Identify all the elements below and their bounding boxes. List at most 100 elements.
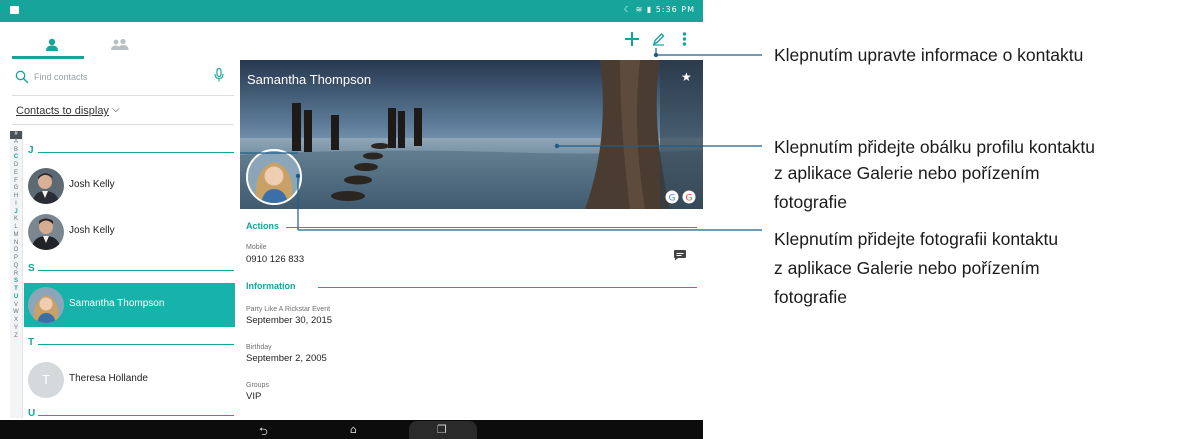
contact-photo[interactable]	[246, 149, 302, 205]
alphabet-letter[interactable]: U	[10, 294, 22, 302]
alphabet-letter[interactable]: B	[10, 147, 22, 155]
contacts-to-display-dropdown[interactable]: Contacts to display	[16, 105, 109, 117]
status-icons: ☾ ≋ ▮ 5:36 PM	[624, 5, 695, 14]
contact-name-heading: Samantha Thompson	[247, 72, 372, 87]
event-date: September 30, 2015	[246, 315, 333, 326]
alphabet-letter[interactable]: N	[10, 240, 22, 248]
section-line	[38, 415, 234, 416]
add-contact-button[interactable]	[625, 32, 639, 50]
alphabet-letter[interactable]: C	[10, 154, 22, 162]
groups-value: VIP	[246, 391, 262, 402]
svg-text:G: G	[686, 194, 693, 204]
alphabet-letter[interactable]: M	[10, 232, 22, 240]
alphabet-letter[interactable]: G	[10, 185, 22, 193]
alphabet-letter[interactable]: Q	[10, 263, 22, 271]
tablet-screen: ☾ ≋ ▮ 5:36 PM Find contacts Contacts to …	[0, 0, 703, 439]
tab-indicator	[12, 56, 84, 59]
callout-cover-line2: z aplikace Galerie nebo pořízením	[774, 163, 1040, 183]
contact-row[interactable]: Josh Kelly	[24, 210, 235, 254]
event-label: Party Like A Rickstar Event	[246, 306, 331, 313]
contact-name: Josh Kelly	[69, 179, 115, 190]
alphabet-letter[interactable]: X	[10, 317, 22, 325]
favorite-star-icon[interactable]: ★	[681, 70, 692, 84]
avatar	[28, 214, 64, 250]
avatar	[28, 168, 64, 204]
divider	[12, 95, 234, 96]
search-icon	[15, 70, 29, 84]
birthday-date: September 2, 2005	[246, 353, 327, 364]
person-icon	[46, 38, 58, 51]
alphabet-letter[interactable]: Y	[10, 325, 22, 333]
recent-apps-icon[interactable]: ❐	[437, 423, 447, 436]
alphabet-letter[interactable]: Z	[10, 333, 22, 341]
alphabet-letter[interactable]: F	[10, 178, 22, 186]
divider	[12, 124, 234, 125]
plus-icon	[625, 32, 639, 46]
alphabet-letter[interactable]: L	[10, 224, 22, 232]
alphabet-letter[interactable]: A	[10, 139, 22, 147]
birthday-label: Birthday	[246, 344, 272, 351]
alphabet-letter[interactable]: R	[10, 271, 22, 279]
section-header: U	[28, 408, 36, 419]
callout-edit: Klepnutím upravte informace o kontaktu	[774, 45, 1084, 65]
avatar-initial: T	[28, 362, 64, 398]
section-line	[318, 287, 697, 288]
back-icon[interactable]: ⮌	[259, 423, 268, 439]
callout-photo-line1: Klepnutím přidejte fotografii kontaktu	[774, 229, 1059, 249]
contact-name: Samantha Thompson	[69, 298, 165, 309]
svg-text:G: G	[669, 194, 676, 204]
edit-contact-button[interactable]	[652, 32, 665, 50]
alphabet-letter[interactable]: P	[10, 255, 22, 263]
moon-icon: ☾	[623, 5, 633, 14]
contact-name: Theresa Hollande	[69, 373, 148, 384]
section-header: S	[28, 263, 35, 274]
status-time: 5:36 PM	[655, 5, 695, 14]
mobile-number[interactable]: 0910 126 833	[246, 254, 304, 265]
alphabet-letter[interactable]: D	[10, 162, 22, 170]
more-options-button[interactable]	[682, 32, 687, 50]
alphabet-letter[interactable]: S	[10, 278, 22, 286]
actions-heading: Actions	[246, 221, 280, 231]
more-vert-icon	[682, 32, 687, 46]
information-heading: Information	[246, 281, 296, 291]
section-line	[38, 344, 234, 345]
groups-icon	[111, 38, 129, 50]
section-line	[38, 270, 234, 271]
message-icon[interactable]	[673, 249, 687, 261]
alphabet-letter[interactable]: T	[10, 286, 22, 294]
notification-icon	[10, 6, 19, 14]
alphabet-letter[interactable]: #	[10, 131, 22, 139]
contact-row[interactable]: T Theresa Hollande	[24, 358, 235, 402]
alphabet-index[interactable]: # A B C D E F G H I J K L M N O P Q R S T U V W X Y Z	[10, 131, 23, 418]
callout-cover-line1: Klepnutím přidejte obálku profilu kontak…	[774, 137, 1096, 157]
avatar	[28, 287, 64, 323]
tab-groups[interactable]	[110, 36, 130, 55]
alphabet-letter[interactable]: H	[10, 193, 22, 201]
section-line	[286, 227, 697, 228]
search-input[interactable]: Find contacts	[34, 72, 88, 82]
callout-cover-line3: fotografie	[774, 192, 847, 212]
groups-label: Groups	[246, 382, 269, 389]
callout-photo-line3: fotografie	[774, 287, 847, 307]
alphabet-letter[interactable]: I	[10, 201, 22, 209]
alphabet-letter[interactable]: V	[10, 302, 22, 310]
contact-row-selected[interactable]: Samantha Thompson	[24, 283, 235, 327]
section-header: J	[28, 145, 34, 156]
contact-name: Josh Kelly	[69, 225, 115, 236]
callout-photo-line2: z aplikace Galerie nebo pořízením	[774, 258, 1040, 278]
battery-icon: ▮	[646, 5, 653, 14]
status-bar: ☾ ≋ ▮ 5:36 PM	[0, 0, 703, 22]
wifi-icon: ≋	[635, 5, 644, 14]
tab-contacts[interactable]	[45, 36, 59, 55]
alphabet-letter[interactable]: W	[10, 309, 22, 317]
home-icon[interactable]: ⌂	[350, 423, 357, 436]
toolbar	[0, 22, 703, 60]
alphabet-letter[interactable]: K	[10, 216, 22, 224]
alphabet-letter[interactable]: E	[10, 170, 22, 178]
chevron-down-icon: ⌵	[112, 104, 120, 115]
alphabet-letter[interactable]: O	[10, 247, 22, 255]
gallery-camera-icons[interactable]: G G	[665, 189, 697, 208]
contact-row[interactable]: Josh Kelly	[24, 164, 235, 208]
mic-icon[interactable]	[214, 68, 224, 82]
alphabet-letter[interactable]: J	[10, 209, 22, 217]
